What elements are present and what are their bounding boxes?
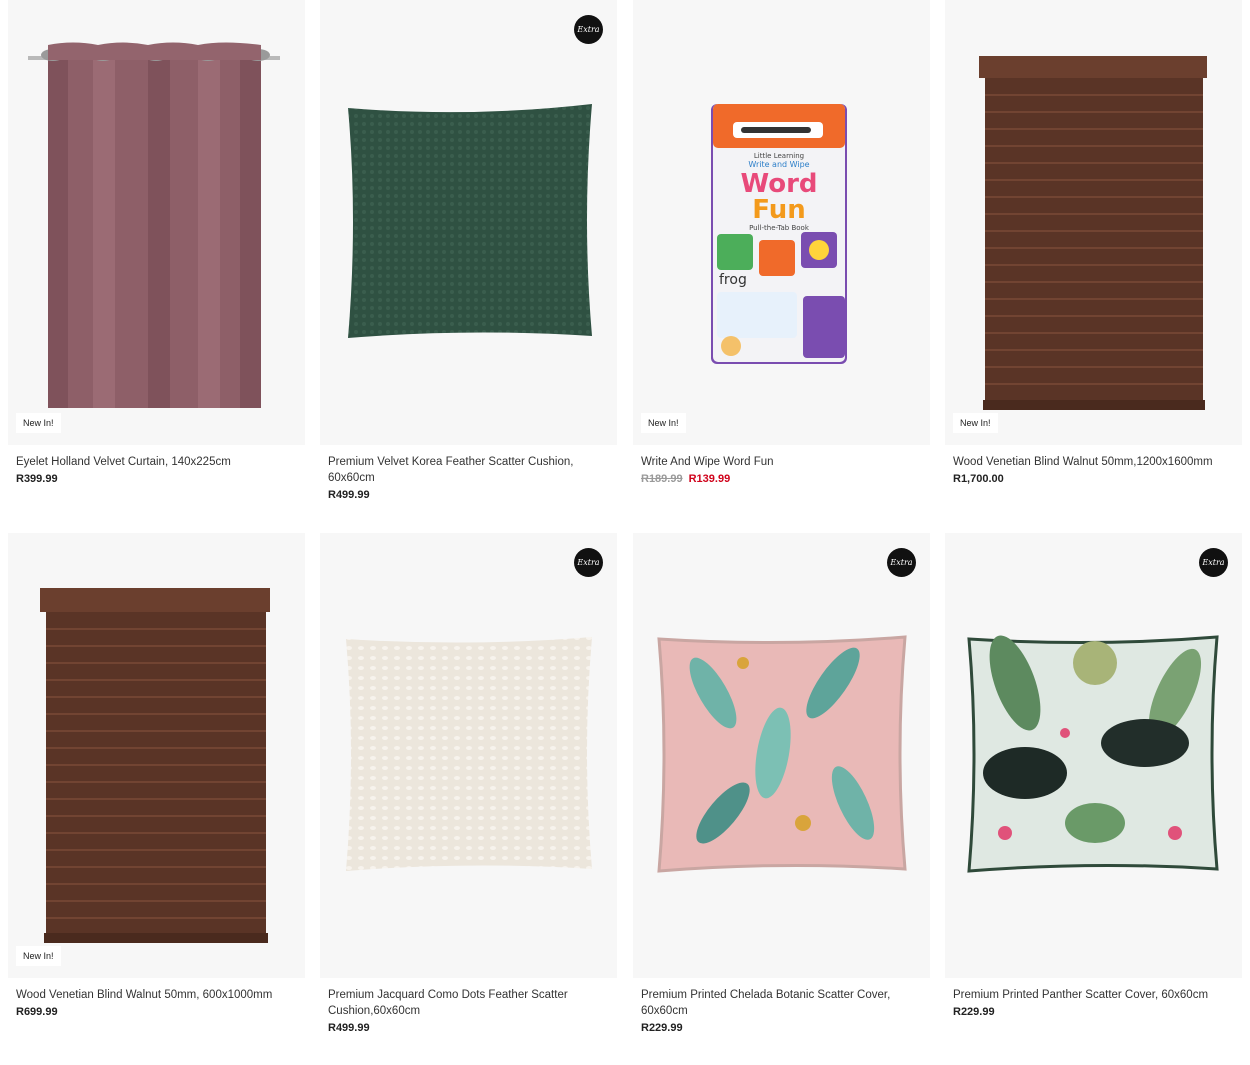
product-image[interactable]: Extra — [945, 533, 1242, 978]
book-image: Little Learning Write and Wipe Word Fun … — [711, 104, 847, 364]
product-card[interactable]: New In! Eyelet Holland Velvet Curtain, 1… — [8, 0, 305, 485]
price-value: R499.99 — [328, 1022, 370, 1034]
product-price: R499.99 — [320, 1022, 617, 1034]
old-price: R189.99 — [641, 473, 683, 485]
book-line1: Write and Wipe — [748, 160, 809, 169]
price-value: R229.99 — [641, 1022, 683, 1034]
product-title[interactable]: Premium Velvet Korea Feather Scatter Cus… — [320, 454, 617, 486]
product-card[interactable]: Extra Premium Printed Chelada Botanic Sc… — [633, 533, 930, 1034]
green-cushion-image — [348, 104, 592, 338]
product-image[interactable]: Extra — [320, 0, 617, 445]
product-title[interactable]: Premium Printed Panther Scatter Cover, 6… — [945, 987, 1242, 1003]
blind-image — [979, 56, 1207, 410]
price-value: R699.99 — [16, 1006, 58, 1018]
sale-price: R139.99 — [688, 473, 731, 485]
product-title[interactable]: Wood Venetian Blind Walnut 50mm, 600x100… — [8, 987, 305, 1003]
botanic-cushion-image — [657, 635, 907, 873]
product-image[interactable]: Little Learning Write and Wipe Word Fun … — [633, 0, 930, 445]
product-card[interactable]: New In! Wood Venetian Blind Walnut 50mm,… — [8, 533, 305, 1018]
new-in-badge: New In! — [953, 413, 998, 433]
product-price: R229.99 — [633, 1022, 930, 1034]
product-image[interactable]: New In! — [8, 533, 305, 978]
product-price: R189.99 R139.99 — [633, 473, 930, 485]
extra-badge-icon: Extra — [574, 548, 603, 577]
book-series: Little Learning — [754, 152, 804, 160]
product-price: R1,700.00 — [945, 473, 1242, 485]
product-title[interactable]: Wood Venetian Blind Walnut 50mm,1200x160… — [945, 454, 1242, 470]
product-title[interactable]: Premium Printed Chelada Botanic Scatter … — [633, 987, 930, 1019]
product-card[interactable]: New In! Wood Venetian Blind Walnut 50mm,… — [945, 0, 1242, 485]
product-image[interactable]: New In! — [945, 0, 1242, 445]
extra-badge-icon: Extra — [1199, 548, 1228, 577]
product-title[interactable]: Write And Wipe Word Fun — [633, 454, 930, 470]
price-value: R1,700.00 — [953, 473, 1004, 485]
price-value: R399.99 — [16, 473, 58, 485]
book-word2: Fun — [752, 195, 806, 225]
product-price: R699.99 — [8, 1006, 305, 1018]
book-sub: Pull-the-Tab Book — [749, 224, 810, 232]
product-price: R229.99 — [945, 1006, 1242, 1018]
new-in-badge: New In! — [16, 413, 61, 433]
product-image[interactable]: New In! — [8, 0, 305, 445]
panther-cushion-image — [967, 635, 1219, 873]
cream-cushion-image — [346, 637, 592, 871]
blind-image — [40, 588, 270, 943]
price-value: R499.99 — [328, 489, 370, 501]
product-image[interactable]: Extra — [320, 533, 617, 978]
product-title[interactable]: Eyelet Holland Velvet Curtain, 140x225cm — [8, 454, 305, 470]
product-price: R499.99 — [320, 489, 617, 501]
new-in-badge: New In! — [16, 946, 61, 966]
extra-badge-icon: Extra — [574, 15, 603, 44]
price-value: R229.99 — [953, 1006, 995, 1018]
product-price: R399.99 — [8, 473, 305, 485]
extra-badge-icon: Extra — [887, 548, 916, 577]
product-card[interactable]: Little Learning Write and Wipe Word Fun … — [633, 0, 930, 485]
product-image[interactable]: Extra — [633, 533, 930, 978]
product-title[interactable]: Premium Jacquard Como Dots Feather Scatt… — [320, 987, 617, 1019]
product-grid: New In! Eyelet Holland Velvet Curtain, 1… — [0, 0, 1250, 1065]
product-card[interactable]: Extra Premium Printed Panther Scatter Co… — [945, 533, 1242, 1018]
new-in-badge: New In! — [641, 413, 686, 433]
product-card[interactable]: Extra Premium Jacquard Como Dots Feather… — [320, 533, 617, 1034]
book-frog: frog — [719, 272, 747, 288]
product-card[interactable]: Extra Premium Velvet Korea Feather Scatt… — [320, 0, 617, 501]
curtain-image — [28, 42, 280, 408]
